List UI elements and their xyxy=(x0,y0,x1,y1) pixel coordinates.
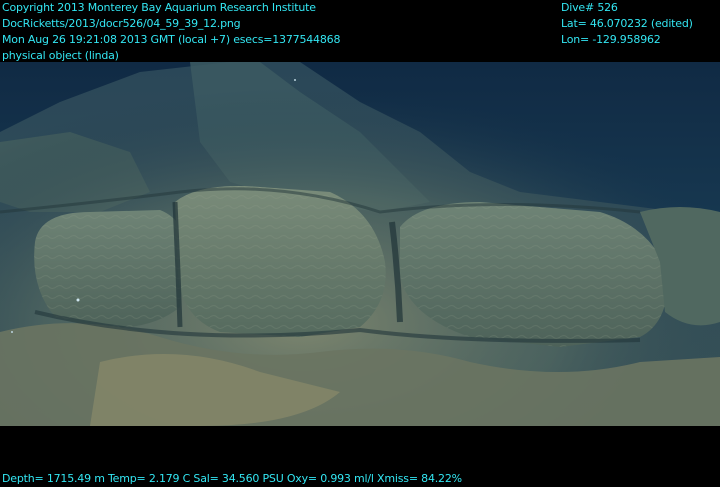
seafloor-photo xyxy=(0,62,720,426)
sensor-readout: Depth= 1715.49 m Temp= 2.179 C Sal= 34.5… xyxy=(2,472,462,485)
dive-number-text: Dive# 526 xyxy=(561,1,618,14)
image-path-text: DocRicketts/2013/docr526/04_59_39_12.png xyxy=(2,17,241,30)
metadata-overlay-left: Copyright 2013 Monterey Bay Aquarium Res… xyxy=(2,0,340,64)
video-frame: Copyright 2013 Monterey Bay Aquarium Res… xyxy=(0,0,720,486)
latitude-text: Lat= 46.070232 (edited) xyxy=(561,17,693,30)
metadata-overlay-right: Dive# 526 Lat= 46.070232 (edited) Lon= -… xyxy=(561,0,693,48)
timestamp-text: Mon Aug 26 19:21:08 2013 GMT (local +7) … xyxy=(2,33,341,46)
longitude-text: Lon= -129.958962 xyxy=(561,33,661,46)
copyright-text: Copyright 2013 Monterey Bay Aquarium Res… xyxy=(2,1,316,14)
